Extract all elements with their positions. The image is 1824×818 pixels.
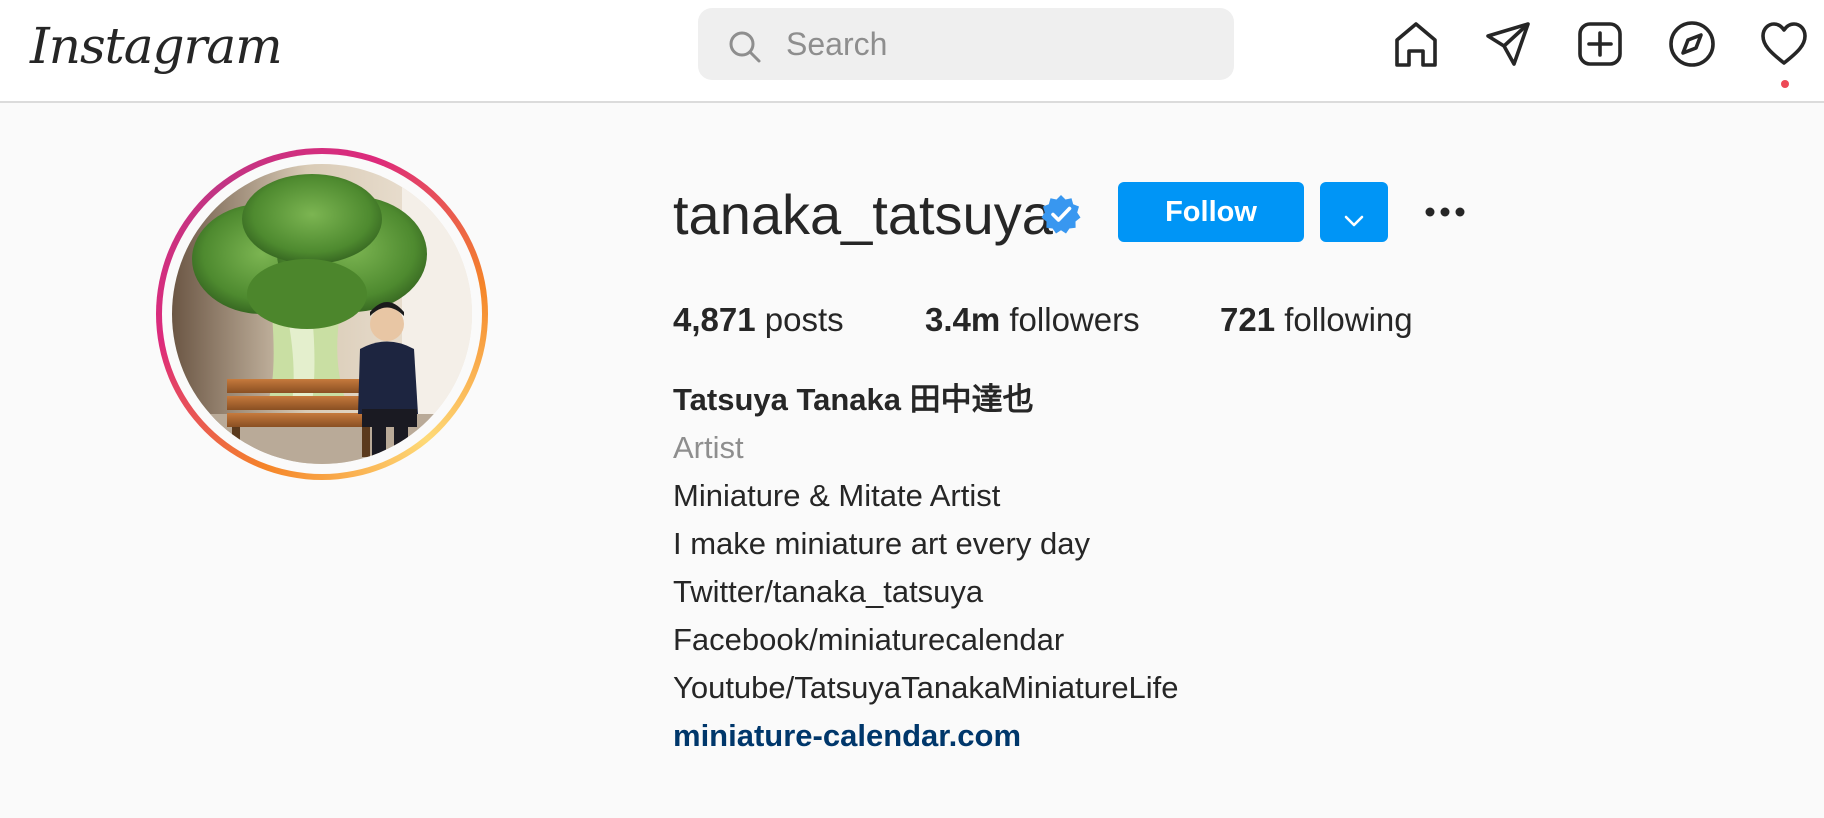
new-post-icon[interactable]: [1576, 20, 1624, 68]
activity-heart-icon[interactable]: [1760, 20, 1808, 68]
followers-stat[interactable]: 3.4m followers: [925, 296, 1140, 344]
profile-bio: Tatsuya Tanaka 田中達也 Artist Miniature & M…: [673, 376, 1673, 760]
profile-avatar[interactable]: [172, 164, 472, 464]
direct-message-icon[interactable]: [1484, 20, 1532, 68]
more-options-button[interactable]: [1420, 196, 1470, 228]
following-count: 721: [1220, 301, 1276, 338]
verified-badge-icon: [1041, 194, 1081, 234]
top-navigation-bar: Instagram: [0, 0, 1824, 103]
chevron-down-icon: [1344, 215, 1364, 226]
search-box[interactable]: [698, 8, 1234, 80]
explore-icon[interactable]: [1668, 20, 1716, 68]
followers-count: 3.4m: [925, 301, 1001, 338]
posts-stat: 4,871 posts: [673, 296, 844, 344]
bio-line: I make miniature art every day: [673, 526, 1090, 561]
home-icon[interactable]: [1392, 20, 1440, 68]
posts-count: 4,871: [673, 301, 756, 338]
suggested-accounts-button[interactable]: [1320, 182, 1388, 242]
follow-button[interactable]: Follow: [1118, 182, 1304, 242]
story-ring[interactable]: [156, 148, 488, 480]
posts-label: posts: [764, 301, 844, 338]
instagram-logo[interactable]: Instagram: [30, 8, 283, 84]
search-icon: [728, 30, 762, 64]
followers-label: followers: [1009, 301, 1140, 338]
following-stat[interactable]: 721 following: [1220, 296, 1413, 344]
bio-line: Twitter/tanaka_tatsuya: [673, 574, 984, 609]
following-label: following: [1284, 301, 1413, 338]
profile-username: tanaka_tatsuya: [673, 183, 1053, 246]
bio-line: Miniature & Mitate Artist: [673, 478, 1001, 513]
ellipsis-icon: [1425, 207, 1465, 217]
website-link[interactable]: miniature-calendar.com: [673, 712, 1021, 760]
search-input[interactable]: [784, 8, 1204, 80]
notification-dot: [1781, 80, 1789, 88]
bio-line: Facebook/miniaturecalendar: [673, 622, 1065, 657]
profile-category: Artist: [673, 430, 744, 465]
bio-line: Youtube/TatsuyaTanakaMiniatureLife: [673, 670, 1179, 705]
profile-full-name: Tatsuya Tanaka 田中達也: [673, 382, 1034, 417]
